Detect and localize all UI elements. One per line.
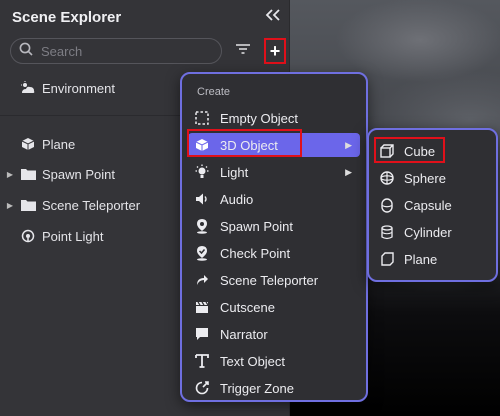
text-icon: [194, 353, 210, 369]
spawn-point-icon: [194, 218, 210, 234]
menu-item-3d-object[interactable]: 3D Object ▶: [188, 133, 360, 157]
submenu-arrow-icon: ▶: [345, 166, 352, 177]
tree-item-label: Environment: [42, 80, 115, 96]
plane-icon: [379, 251, 395, 267]
teleporter-icon: [194, 272, 210, 288]
menu-item-trigger-zone[interactable]: Trigger Zone: [188, 376, 360, 400]
menu-item-label: Spawn Point: [220, 218, 293, 234]
tree-item-label: Point Light: [42, 228, 104, 244]
menu-item-scene-teleporter[interactable]: Scene Teleporter: [188, 268, 360, 292]
check-point-icon: [194, 245, 210, 261]
cube-icon: [20, 136, 36, 152]
menu-item-empty-object[interactable]: Empty Object: [188, 106, 360, 130]
menu-item-label: Narrator: [220, 326, 268, 342]
tree-item-label: Plane: [42, 136, 76, 152]
search-icon: [19, 42, 33, 61]
submenu-item-label: Capsule: [404, 197, 452, 213]
cube-icon: [194, 137, 210, 153]
submenu-item-capsule[interactable]: Capsule: [373, 193, 493, 217]
submenu-item-plane[interactable]: Plane: [373, 247, 493, 271]
double-chevron-left-icon: [265, 8, 281, 26]
speech-bubble-icon: [194, 326, 210, 342]
trigger-zone-icon: [194, 380, 210, 396]
search-input[interactable]: [41, 43, 201, 59]
submenu-item-cylinder[interactable]: Cylinder: [373, 220, 493, 244]
menu-item-label: Audio: [220, 191, 254, 207]
environment-icon: [20, 80, 36, 96]
menu-heading: Create: [197, 86, 231, 98]
menu-item-label: Trigger Zone: [220, 380, 294, 396]
menu-item-audio[interactable]: Audio: [188, 187, 360, 211]
menu-item-label: 3D Object: [220, 137, 278, 153]
clapperboard-icon: [194, 299, 210, 315]
tree-item-plane[interactable]: Plane: [0, 133, 180, 155]
3d-object-submenu: Cube Sphere Capsule Cylinder Plane: [367, 128, 498, 282]
empty-object-icon: [194, 110, 210, 126]
submenu-item-sphere[interactable]: Sphere: [373, 166, 493, 190]
expand-caret-icon[interactable]: ▶: [4, 201, 16, 210]
menu-item-label: Light: [220, 164, 249, 180]
tree-item-spawn-point[interactable]: ▶ Spawn Point: [0, 163, 180, 185]
add-object-button[interactable]: +: [264, 38, 286, 64]
menu-item-narrator[interactable]: Narrator: [188, 322, 360, 346]
tree-item-point-light[interactable]: Point Light: [0, 225, 180, 247]
submenu-item-label: Sphere: [404, 170, 446, 186]
filter-icon: [235, 42, 251, 60]
search-box[interactable]: [10, 38, 222, 64]
capsule-icon: [379, 197, 395, 213]
folder-icon: [20, 166, 36, 182]
submenu-arrow-icon: ▶: [345, 139, 352, 150]
panel-title: Scene Explorer: [12, 9, 122, 26]
menu-item-spawn-point[interactable]: Spawn Point: [188, 214, 360, 238]
cube-outline-icon: [379, 143, 395, 159]
audio-icon: [194, 191, 210, 207]
menu-item-check-point[interactable]: Check Point: [188, 241, 360, 265]
submenu-item-cube[interactable]: Cube: [373, 139, 493, 163]
submenu-item-label: Cube: [404, 143, 436, 159]
collapse-panel-button[interactable]: [262, 7, 284, 27]
sphere-icon: [379, 170, 395, 186]
menu-item-cutscene[interactable]: Cutscene: [188, 295, 360, 319]
submenu-item-label: Cylinder: [404, 224, 452, 240]
tree-item-environment[interactable]: Environment: [0, 77, 180, 99]
expand-caret-icon[interactable]: ▶: [4, 170, 16, 179]
menu-item-label: Empty Object: [220, 110, 299, 126]
menu-item-text-object[interactable]: Text Object: [188, 349, 360, 373]
menu-item-label: Scene Teleporter: [220, 272, 319, 288]
submenu-item-label: Plane: [404, 251, 438, 267]
light-icon: [194, 164, 210, 180]
cylinder-icon: [379, 224, 395, 240]
tree-item-scene-teleporter[interactable]: ▶ Scene Teleporter: [0, 194, 180, 216]
divider: [0, 115, 180, 116]
menu-item-light[interactable]: Light ▶: [188, 160, 360, 184]
menu-item-label: Check Point: [220, 245, 291, 261]
point-light-icon: [20, 228, 36, 244]
tree-item-label: Scene Teleporter: [42, 197, 141, 213]
filter-button[interactable]: [233, 41, 253, 61]
folder-icon: [20, 197, 36, 213]
menu-item-label: Text Object: [220, 353, 286, 369]
tree-item-label: Spawn Point: [42, 166, 115, 182]
menu-item-label: Cutscene: [220, 299, 275, 315]
create-menu: Create Empty Object 3D Object ▶ Light ▶ …: [180, 72, 368, 402]
